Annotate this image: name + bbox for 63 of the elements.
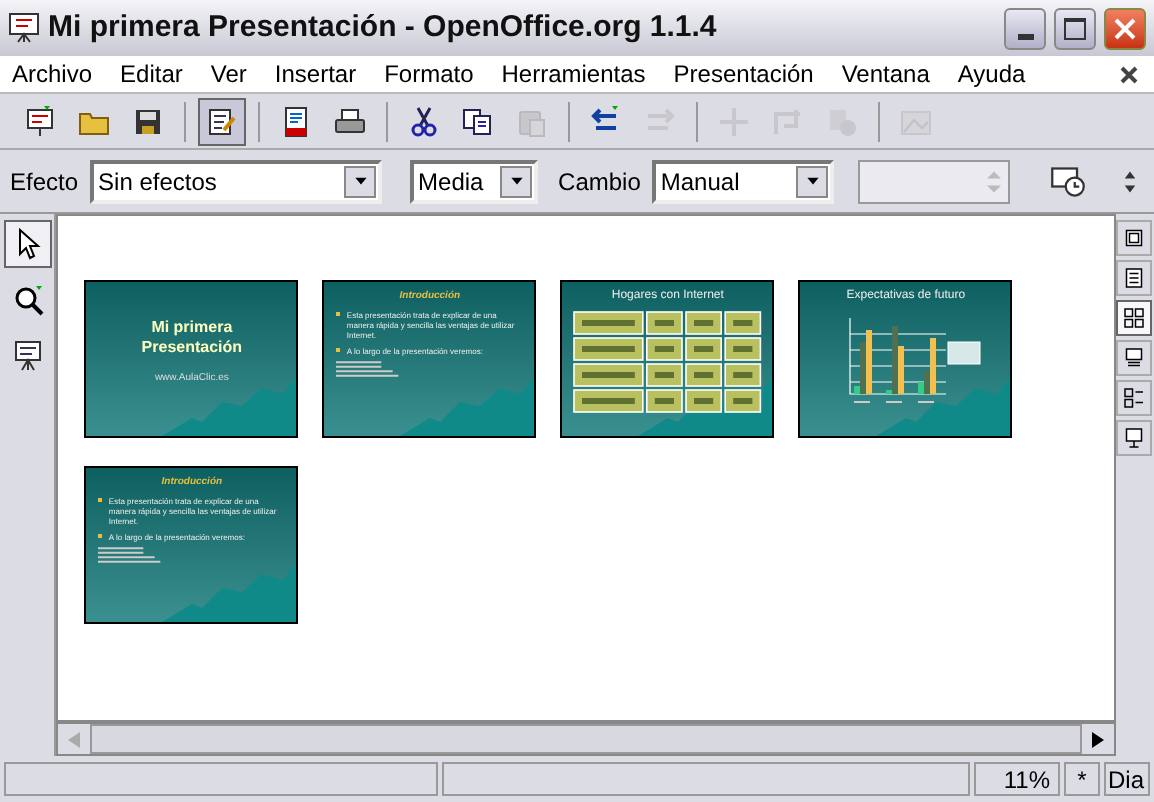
menu-item[interactable]: Archivo bbox=[12, 56, 93, 92]
scroll-thumb[interactable] bbox=[90, 724, 1082, 754]
mountain-drawing bbox=[876, 378, 1011, 436]
scissors-icon bbox=[408, 105, 440, 137]
effect-label: Efecto bbox=[10, 165, 79, 199]
layout-name: Dia bbox=[1104, 762, 1150, 796]
outline-view-icon bbox=[1122, 266, 1147, 290]
handout-view-icon bbox=[1122, 386, 1147, 410]
view-button[interactable] bbox=[1116, 260, 1153, 296]
window-title: Mi primera Presentación - OpenOffice.org 1.1.4 bbox=[48, 7, 719, 48]
view-button[interactable] bbox=[1116, 380, 1153, 416]
close-button[interactable] bbox=[1104, 7, 1146, 49]
notes-view-icon bbox=[1122, 346, 1147, 370]
tool-button[interactable] bbox=[3, 220, 52, 268]
speed-dropdown[interactable]: Media bbox=[410, 159, 539, 203]
slide-show-icon bbox=[11, 340, 44, 372]
horizontal-scrollbar[interactable] bbox=[56, 722, 1116, 756]
image-icon bbox=[900, 105, 932, 137]
dropdown-arrow-icon bbox=[803, 172, 822, 190]
view-button[interactable] bbox=[1116, 420, 1153, 456]
paste-icon bbox=[516, 105, 548, 137]
menu-item[interactable]: Ventana bbox=[841, 56, 930, 92]
dropdown-arrow-icon bbox=[507, 172, 526, 190]
view-button[interactable] bbox=[1116, 340, 1153, 376]
view-button[interactable] bbox=[1116, 220, 1153, 256]
presentation-clock-icon bbox=[1050, 163, 1087, 199]
presentation-icon bbox=[8, 12, 40, 44]
scroll-right-icon[interactable] bbox=[1091, 731, 1104, 747]
edit-document-icon bbox=[206, 105, 238, 137]
view-button[interactable] bbox=[1116, 300, 1153, 336]
menu-item[interactable]: Presentación bbox=[673, 56, 814, 92]
copy-icon bbox=[462, 105, 494, 137]
dropdown-arrow-icon bbox=[351, 172, 370, 190]
minimize-button[interactable] bbox=[1004, 7, 1046, 49]
slide-title: Mi primera Presentación bbox=[139, 318, 245, 358]
menu-item[interactable]: Ver bbox=[210, 56, 247, 92]
zoom-icon bbox=[11, 284, 44, 316]
menu-item[interactable]: Insertar bbox=[274, 56, 357, 92]
presentation-icon bbox=[24, 105, 56, 137]
modified-indicator: * bbox=[1064, 762, 1100, 796]
slide-show-icon bbox=[1122, 426, 1147, 450]
menu-item[interactable]: Editar bbox=[120, 56, 183, 92]
pdf-document-icon bbox=[280, 105, 312, 137]
change-dropdown[interactable]: Manual bbox=[652, 159, 835, 203]
maximize-icon bbox=[1064, 17, 1086, 39]
mountain-drawing bbox=[162, 378, 297, 436]
effect-dropdown[interactable]: Sin efectos bbox=[90, 159, 383, 203]
minimize-icon bbox=[1017, 33, 1033, 39]
menu-item[interactable]: Herramientas bbox=[501, 56, 646, 92]
mountain-drawing bbox=[162, 564, 297, 622]
menu-item[interactable]: Formato bbox=[384, 56, 474, 92]
time-spin-field[interactable] bbox=[858, 159, 1011, 203]
toolbar-button[interactable] bbox=[198, 97, 246, 145]
close-icon[interactable] bbox=[1120, 65, 1138, 83]
slide-sorter-icon bbox=[1122, 306, 1147, 330]
menu-item[interactable]: Ayuda bbox=[957, 56, 1026, 92]
zoom-level: 11% bbox=[974, 762, 1060, 796]
printer-icon bbox=[334, 105, 366, 137]
drawing-view-icon bbox=[1122, 226, 1147, 250]
close-icon bbox=[1114, 17, 1136, 39]
maximize-button[interactable] bbox=[1054, 7, 1096, 49]
change-label: Cambio bbox=[558, 165, 641, 199]
mountain-drawing bbox=[400, 378, 535, 436]
